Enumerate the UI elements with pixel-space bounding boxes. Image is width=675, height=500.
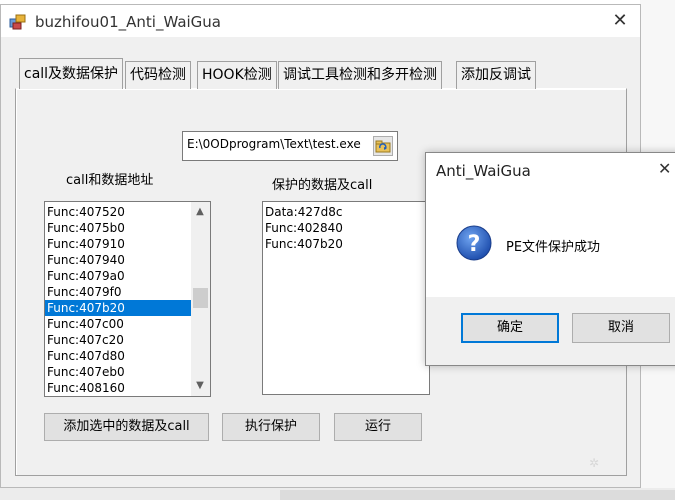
tab-add-anti-debug[interactable]: 添加反调试 (456, 61, 536, 89)
list-item[interactable]: Func:4075b0 (45, 220, 191, 236)
dialog-title: Anti_WaiGua (436, 162, 531, 180)
list-item[interactable]: Func:407d80 (45, 348, 191, 364)
scroll-down-icon[interactable]: ▼ (192, 378, 208, 394)
protected-list: Data:427d8c Func:402840 Func:407b20 (263, 204, 427, 252)
list-item[interactable]: Func:4079a0 (45, 268, 191, 284)
add-selected-button[interactable]: 添加选中的数据及call (44, 413, 209, 441)
question-icon: ? (456, 225, 492, 261)
list-item[interactable]: Func:402840 (263, 220, 427, 236)
file-path-field[interactable]: E:\0ODprogram\Text\test.exe (182, 131, 398, 161)
folder-browse-icon (375, 140, 391, 153)
address-list: Func:407520 Func:4075b0 Func:407910 Func:40… (45, 204, 191, 396)
tab-hook-check[interactable]: HOOK检测 (197, 61, 277, 89)
background-scrollbar-thumb[interactable] (280, 490, 675, 500)
tab-call-data-protect[interactable]: call及数据保护 (19, 58, 124, 89)
scroll-thumb[interactable] (193, 288, 208, 308)
list-item[interactable]: Func:407910 (45, 236, 191, 252)
list-item[interactable]: Func:407b20 (263, 236, 427, 252)
address-listbox[interactable]: Func:407520 Func:4075b0 Func:407910 Func:40… (44, 201, 211, 397)
app-icon (9, 14, 26, 30)
dialog-close-button[interactable]: ✕ (658, 159, 671, 178)
call-data-address-label: call和数据地址 (66, 173, 154, 188)
window-title: buzhifou01_Anti_WaiGua (35, 13, 221, 31)
scroll-up-icon[interactable]: ▲ (192, 204, 208, 220)
list-item[interactable]: Func:407940 (45, 252, 191, 268)
ok-button[interactable]: 确定 (461, 313, 559, 343)
message-dialog: Anti_WaiGua ✕ ? PE文件保护成功 确定 取消 (425, 152, 675, 366)
tab-code-check[interactable]: 代码检测 (125, 61, 191, 89)
list-item[interactable]: Func:407c20 (45, 332, 191, 348)
dialog-footer: 确定 取消 (426, 297, 675, 365)
file-path-text: E:\0ODprogram\Text\test.exe (187, 137, 361, 151)
svg-text:?: ? (468, 232, 481, 257)
cancel-button[interactable]: 取消 (572, 313, 670, 343)
list-item[interactable]: Func:407c00 (45, 316, 191, 332)
execute-protect-button[interactable]: 执行保护 (222, 413, 320, 441)
browse-button[interactable] (373, 136, 393, 156)
protected-data-label: 保护的数据及call (272, 178, 373, 193)
tab-debugger-check[interactable]: 调试工具检测和多开检测 (278, 61, 442, 89)
list-item[interactable]: Func:407520 (45, 204, 191, 220)
list-item[interactable]: Func:4079f0 (45, 284, 191, 300)
list-item[interactable]: Func:407b20 (45, 300, 191, 316)
title-bar: buzhifou01_Anti_WaiGua ✕ (1, 5, 640, 37)
list-item[interactable]: Data:427d8c (263, 204, 427, 220)
close-button[interactable]: ✕ (607, 9, 633, 33)
watermark-icon: ✲ (589, 456, 600, 470)
protected-listbox[interactable]: Data:427d8c Func:402840 Func:407b20 (262, 201, 430, 395)
run-button[interactable]: 运行 (334, 413, 422, 441)
list-item[interactable]: Func:407eb0 (45, 364, 191, 380)
list-item[interactable]: Func:408160 (45, 380, 191, 396)
dialog-message: PE文件保护成功 (506, 240, 601, 255)
address-list-scrollbar[interactable]: ▲ ▼ (191, 202, 210, 396)
